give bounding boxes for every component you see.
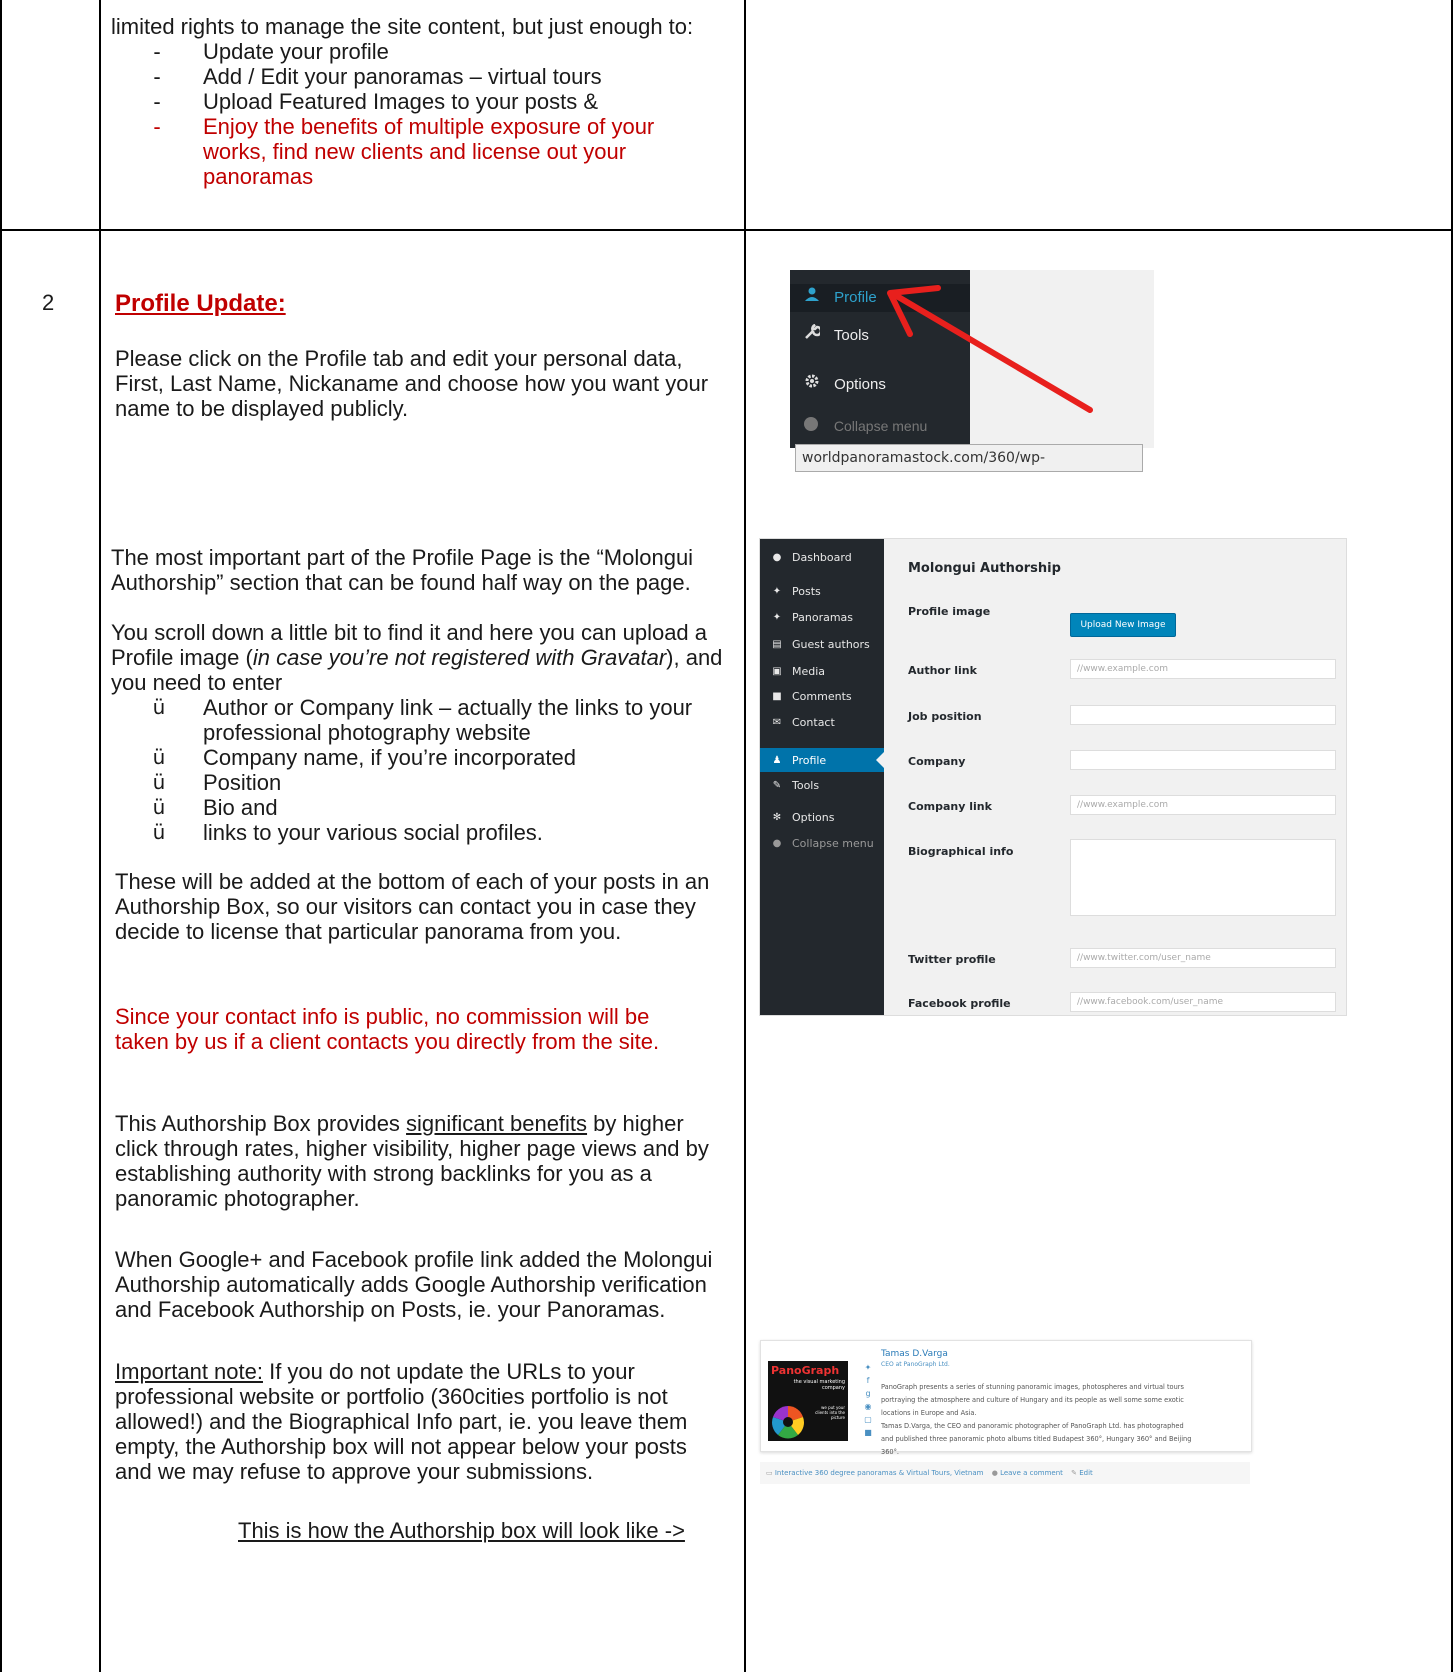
row1-intro: limited rights to manage the site conten… [111,14,694,39]
logo-title: PanoGraph [771,1364,840,1377]
checklist: ü Author or Company link – actually the l… [115,695,735,845]
list-item: ü Company name, if you’re incorporated [152,745,576,770]
sidebar-item-profile[interactable]: ♟ Profile [760,748,884,772]
sidebar-item-panoramas[interactable]: ✦ Panoramas [760,605,884,629]
table-border-col2 [744,0,746,1672]
row1-bullet-list: - Update your profile - Add / Edit your pa… [111,39,731,189]
user-icon: ♟ [772,755,782,766]
list-item-highlight-cont: works, find new clients and license out … [203,139,627,164]
pin-icon: ✦ [772,612,782,623]
gear-icon: ✻ [772,812,782,823]
para-molongui: The most important part of the Profile P… [111,545,694,595]
email-icon[interactable]: ■ [863,1426,873,1439]
google-plus-icon[interactable]: g [863,1387,873,1400]
author-name[interactable]: Tamas D.Varga [881,1349,948,1359]
aperture-icon [772,1406,804,1439]
list-item: - Update your profile [153,39,389,64]
molongui-form: Molongui Authorship Profile image Upload… [884,539,1346,1015]
facebook-input[interactable]: //www.facebook.com/user_name [1070,992,1336,1012]
twitter-input[interactable]: //www.twitter.com/user_name [1070,948,1336,968]
collapse-icon: ● [772,838,782,849]
list-item: ü Bio and [152,795,278,820]
document-page: limited rights to manage the site conten… [0,0,1453,1672]
author-role: CEO at PanoGraph Ltd. [881,1361,950,1368]
list-item-highlight-cont: panoramas [203,164,314,189]
row-number: 2 [42,290,55,315]
media-icon: ▣ [772,666,782,677]
logo-tag: we put your clients into the picture [815,1405,845,1420]
author-bio: PanoGraph presents a series of stunning … [881,1383,1192,1456]
para-important-note: Important note: If you do not update the… [115,1359,688,1484]
dashboard-icon: ● [772,552,782,563]
status-bar-url: worldpanoramastock.com/360/wp-admin/prof… [795,444,1143,472]
job-position-input[interactable] [1070,705,1336,725]
table-border-left [0,0,2,1672]
web-icon[interactable]: ◉ [863,1400,873,1413]
para-google: When Google+ and Facebook profile link a… [115,1247,713,1322]
pin-icon: ✦ [772,586,782,597]
instagram-icon[interactable]: ▢ [863,1413,873,1426]
label-author-link: Author link [908,664,977,677]
panograph-logo: PanoGraph the visual marketing company w… [768,1361,848,1441]
para-authorship-box: These will be added at the bottom of eac… [115,869,710,944]
label-twitter: Twitter profile [908,953,996,966]
para-profile-tab: Please click on the Profile tab and edit… [115,346,709,421]
profile-menu-screenshot: Profile Tools Options Collapse menu worl… [790,270,1154,476]
list-item: - Upload Featured Images to your posts & [153,89,598,114]
label-profile-image: Profile image [908,605,991,618]
admin-sidebar: ● Dashboard ✦ Posts ✦ Panoramas ▤ Guest auth… [760,539,884,1015]
label-company-link: Company link [908,800,992,813]
comment-icon: ■ [772,691,782,702]
sidebar-item-dashboard[interactable]: ● Dashboard [760,545,884,569]
author-card: PanoGraph the visual marketing company w… [760,1340,1252,1456]
list-item-highlight: - Enjoy the benefits of multiple exposure… [153,114,655,139]
footer-caption: This is how the Authorship box will look… [238,1518,685,1543]
label-facebook: Facebook profile [908,997,1011,1010]
table-border-col1 [99,0,101,1672]
para-commission: Since your contact info is public, no co… [115,1004,660,1054]
folder-icon: ▭ [766,1469,773,1477]
id-card-icon: ▤ [772,639,782,650]
company-link-input[interactable]: //www.example.com [1070,795,1336,815]
sidebar-item-contact[interactable]: ✉ Contact [760,710,884,734]
mail-icon: ✉ [772,717,782,728]
bio-textarea[interactable] [1070,839,1336,916]
facebook-icon[interactable]: f [863,1374,873,1387]
upload-image-button[interactable]: Upload New Image [1070,613,1176,637]
wrench-icon: ✎ [772,780,782,791]
label-company: Company [908,755,966,768]
active-pointer [876,752,884,768]
company-input[interactable] [1070,750,1336,770]
label-job-position: Job position [908,710,982,723]
sidebar-item-posts[interactable]: ✦ Posts [760,579,884,603]
comment-icon: ● [991,1469,998,1477]
para-scroll: You scroll down a little bit to find it … [111,620,723,695]
table-row-divider [0,229,1453,231]
sidebar-item-collapse[interactable]: ● Collapse menu [760,831,884,855]
social-icons: ✦ f g ◉ ▢ ■ [863,1361,873,1439]
leave-comment-link[interactable]: Leave a comment [1000,1469,1063,1477]
author-link-input[interactable]: //www.example.com [1070,659,1336,679]
edit-link[interactable]: Edit [1079,1469,1093,1477]
list-item: ü Author or Company link – actually the l… [152,695,693,720]
post-category-link[interactable]: Interactive 360 degree panoramas & Virtu… [775,1469,984,1477]
twitter-icon[interactable]: ✦ [863,1361,873,1374]
sidebar-item-guest-authors[interactable]: ▤ Guest authors [760,632,884,656]
section-heading: Profile Update: [115,290,286,317]
para-benefits: This Authorship Box provides significant… [115,1111,709,1211]
sidebar-item-options[interactable]: ✻ Options [760,805,884,829]
list-item-cont: professional photography website [203,720,531,745]
edit-icon: ✎ [1071,1469,1077,1477]
authorship-form-screenshot: ● Dashboard ✦ Posts ✦ Panoramas ▤ Guest auth… [759,538,1347,1016]
list-item: ü Position [152,770,282,795]
logo-sub: the visual marketing company [793,1379,845,1391]
form-section-title: Molongui Authorship [908,561,1061,576]
label-bio: Biographical info [908,845,1014,858]
sidebar-item-media[interactable]: ▣ Media [760,659,884,683]
sidebar-item-comments[interactable]: ■ Comments [760,684,884,708]
list-item: ü links to your various social profiles. [152,820,543,845]
post-meta-bar: ▭ Interactive 360 degree panoramas & Vir… [760,1462,1250,1484]
list-item: - Add / Edit your panoramas – virtual tou… [153,64,602,89]
sidebar-item-tools[interactable]: ✎ Tools [760,773,884,797]
